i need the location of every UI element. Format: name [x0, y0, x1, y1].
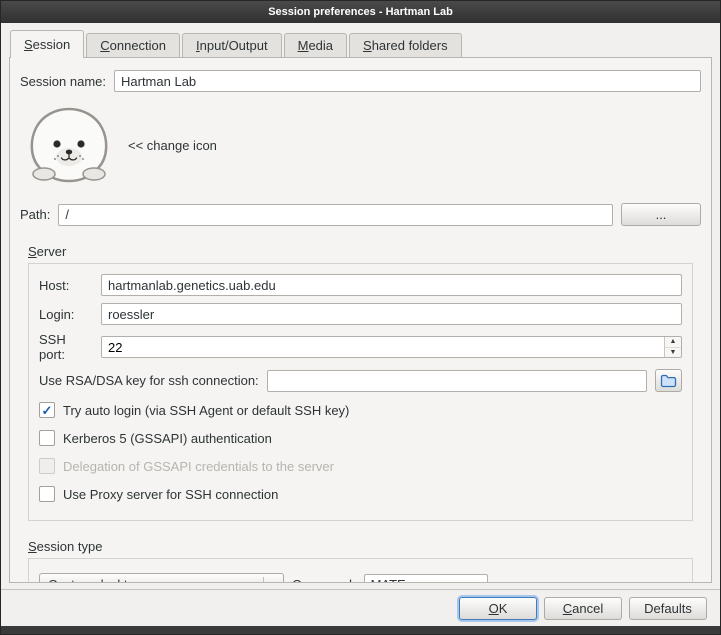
server-group: Server Host: Login: SSH port: ▲ — [28, 244, 693, 521]
checkbox-label-proxy: Use Proxy server for SSH connection — [63, 487, 278, 502]
session-icon-row: << change icon — [24, 105, 701, 185]
login-row: Login: — [39, 303, 682, 325]
spin-up-icon[interactable]: ▲ — [665, 337, 681, 347]
login-input[interactable] — [101, 303, 682, 325]
host-label: Host: — [39, 278, 93, 293]
path-label: Path: — [20, 207, 50, 222]
checkbox-row-auto-login[interactable]: ✓ Try auto login (via SSH Agent or defau… — [39, 402, 682, 418]
cancel-button[interactable]: Cancel — [544, 597, 622, 620]
tab-input-output[interactable]: Input/Output — [182, 33, 282, 58]
host-row: Host: — [39, 274, 682, 296]
path-browse-button[interactable]: ... — [621, 203, 701, 226]
seal-icon-graphic — [24, 105, 114, 185]
host-input[interactable] — [101, 274, 682, 296]
tab-shared-folders[interactable]: Shared folders — [349, 33, 462, 58]
ssh-port-spin-buttons: ▲ ▼ — [664, 337, 681, 357]
checkbox-row-gssapi-delegation: Delegation of GSSAPI credentials to the … — [39, 458, 682, 474]
command-label: Command: — [292, 577, 356, 583]
session-name-row: Session name: — [20, 70, 701, 92]
server-group-label: Server — [28, 244, 66, 259]
rsa-key-row: Use RSA/DSA key for ssh connection: — [39, 369, 682, 392]
login-label: Login: — [39, 307, 93, 322]
check-mark-icon: ✓ — [42, 404, 53, 417]
change-icon-label[interactable]: << change icon — [128, 138, 217, 153]
spin-down-icon[interactable]: ▼ — [665, 347, 681, 358]
checkbox-checked-icon[interactable]: ✓ — [39, 402, 55, 418]
chevron-down-icon: ▼ — [263, 577, 283, 583]
session-type-row: Custom desktop ▼ Command: — [39, 573, 682, 583]
ssh-port-spinbox[interactable]: ▲ ▼ — [101, 336, 682, 358]
path-input[interactable] — [58, 204, 613, 226]
rsa-key-browse-button[interactable] — [655, 369, 682, 392]
tab-connection[interactable]: Connection — [86, 33, 180, 58]
session-type-group-label: Session type — [28, 539, 102, 554]
defaults-button[interactable]: Defaults — [629, 597, 707, 620]
window-title: Session preferences - Hartman Lab — [268, 6, 453, 18]
checkbox-label-kerberos: Kerberos 5 (GSSAPI) authentication — [63, 431, 272, 446]
checkbox-label-auto-login: Try auto login (via SSH Agent or default… — [63, 403, 349, 418]
server-group-frame: Host: Login: SSH port: ▲ ▼ — [28, 263, 693, 521]
titlebar[interactable]: Session preferences - Hartman Lab — [1, 1, 720, 23]
checkbox-label-gssapi-delegation: Delegation of GSSAPI credentials to the … — [63, 459, 334, 474]
checkbox-unchecked-icon[interactable] — [39, 430, 55, 446]
session-name-input[interactable] — [114, 70, 701, 92]
tab-page-session: Session name: << change icon — [9, 57, 712, 583]
session-type-group: Session type Custom desktop ▼ Command: — [28, 539, 693, 583]
checkbox-row-proxy[interactable]: Use Proxy server for SSH connection — [39, 486, 682, 502]
session-type-selected-value: Custom desktop — [48, 577, 263, 583]
checkbox-unchecked-icon[interactable] — [39, 486, 55, 502]
rsa-key-label: Use RSA/DSA key for ssh connection: — [39, 373, 259, 388]
checkbox-row-kerberos[interactable]: Kerberos 5 (GSSAPI) authentication — [39, 430, 682, 446]
session-type-dropdown[interactable]: Custom desktop ▼ — [39, 573, 284, 583]
tab-session[interactable]: Session — [10, 30, 84, 58]
command-input[interactable] — [364, 574, 488, 584]
checkbox-disabled-icon — [39, 458, 55, 474]
session-type-group-frame: Custom desktop ▼ Command: — [28, 558, 693, 583]
path-row: Path: ... — [20, 203, 701, 226]
folder-icon — [660, 374, 677, 388]
button-bar: OK Cancel Defaults — [1, 589, 720, 626]
session-name-label: Session name: — [20, 74, 106, 89]
ok-button[interactable]: OK — [459, 597, 537, 620]
rsa-key-input[interactable] — [267, 370, 647, 392]
ssh-port-row: SSH port: ▲ ▼ — [39, 332, 682, 362]
tab-bar: Session Connection Input/Output Media Sh… — [1, 23, 720, 57]
window-bottom-edge — [1, 626, 720, 634]
ssh-port-input[interactable] — [102, 337, 664, 357]
session-preferences-window: Session preferences - Hartman Lab Sessio… — [0, 0, 721, 635]
seal-icon[interactable] — [24, 105, 114, 185]
tab-media[interactable]: Media — [284, 33, 347, 58]
ssh-port-label: SSH port: — [39, 332, 93, 362]
